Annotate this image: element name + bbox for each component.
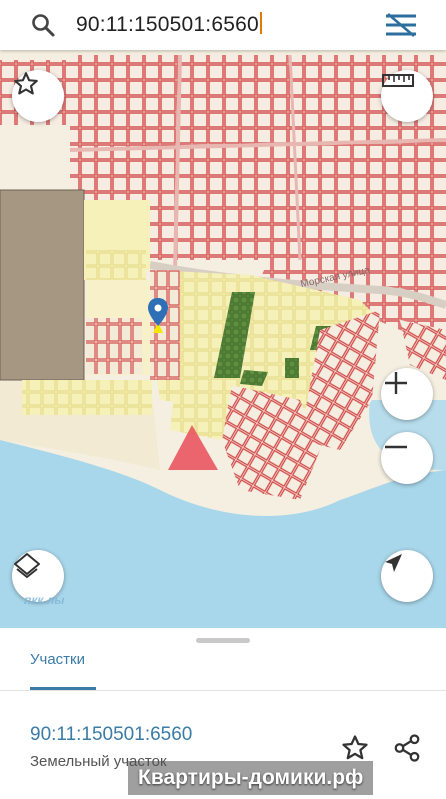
cadastral-map[interactable]: Морская улица пкк.лы: [0, 50, 446, 628]
zoom-in-button[interactable]: [381, 368, 433, 420]
plus-icon: [385, 372, 407, 394]
search-input[interactable]: 90:11:150501:6560: [76, 12, 262, 37]
map-source-watermark: пкк.лы: [24, 593, 65, 607]
site-watermark: Квартиры-домики.рф: [128, 761, 374, 795]
layers-icon: [14, 553, 40, 578]
minus-icon: [385, 445, 407, 449]
ruler-icon: [382, 74, 414, 87]
favorite-map-button[interactable]: [12, 70, 64, 122]
ruler-button[interactable]: [381, 70, 433, 122]
bottom-sheet: Участки 90:11:150501:6560 Земельный учас…: [0, 628, 446, 799]
result-cadastral-number[interactable]: 90:11:150501:6560: [30, 724, 192, 746]
tab-parcels[interactable]: Участки: [30, 651, 85, 668]
search-icon[interactable]: [30, 12, 56, 38]
filter-icon[interactable]: [382, 10, 420, 40]
star-icon[interactable]: [340, 733, 370, 763]
divider: [0, 690, 446, 691]
text-cursor: [259, 12, 262, 34]
sheet-drag-handle[interactable]: [196, 638, 250, 643]
search-bar: 90:11:150501:6560: [0, 0, 446, 50]
share-icon[interactable]: [392, 733, 422, 763]
search-query: 90:11:150501:6560: [76, 13, 259, 36]
map-canvas: [0, 50, 446, 628]
navigation-arrow-icon: [385, 554, 402, 572]
star-icon: [14, 72, 38, 95]
zoom-out-button[interactable]: [381, 432, 433, 484]
my-location-button[interactable]: [381, 550, 433, 602]
